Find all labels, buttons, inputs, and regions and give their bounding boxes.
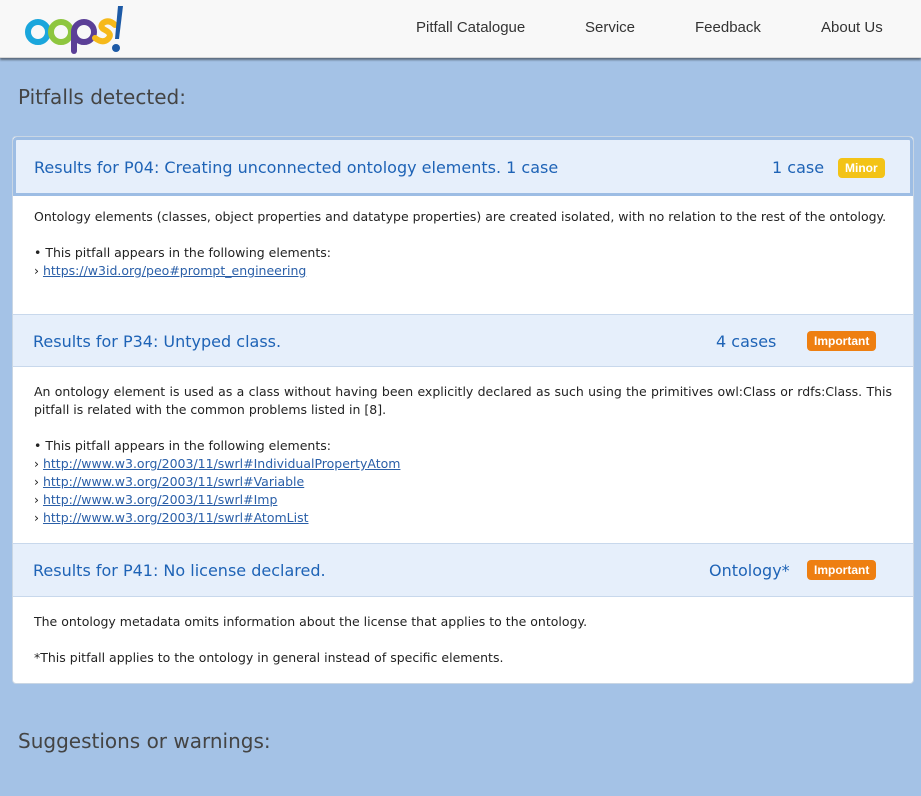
element-link[interactable]: https://w3id.org/peo#prompt_engineering: [43, 263, 306, 278]
element-item: › https://w3id.org/peo#prompt_engineerin…: [34, 263, 307, 278]
top-navbar: Pitfall Catalogue Service Feedback About…: [0, 0, 921, 58]
nav-about-us[interactable]: About Us: [821, 19, 883, 36]
element-link[interactable]: http://www.w3.org/2003/11/swrl#Variable: [43, 474, 304, 489]
severity-badge-minor: Minor: [838, 158, 885, 178]
pitfalls-heading: Pitfalls detected:: [18, 85, 186, 109]
result-title[interactable]: Results for P34: Untyped class.: [33, 332, 281, 351]
result-header-p04[interactable]: Results for P04: Creating unconnected on…: [13, 137, 913, 196]
element-link[interactable]: http://www.w3.org/2003/11/swrl#Imp: [43, 492, 277, 507]
result-header-p41[interactable]: Results for P41: No license declared. On…: [13, 543, 913, 597]
suggestions-heading: Suggestions or warnings:: [18, 729, 271, 753]
result-header-p34[interactable]: Results for P34: Untyped class. 4 cases …: [13, 314, 913, 367]
elements-intro: • This pitfall appears in the following …: [34, 245, 331, 260]
severity-badge-important: Important: [807, 331, 877, 351]
element-item: › http://www.w3.org/2003/11/swrl#Individ…: [34, 456, 401, 471]
nav-service[interactable]: Service: [585, 19, 635, 36]
element-item: › http://www.w3.org/2003/11/swrl#AtomLis…: [34, 510, 309, 525]
result-body-p34: An ontology element is used as a class w…: [34, 383, 892, 527]
result-count: Ontology*: [709, 561, 790, 580]
pitfall-description: The ontology metadata omits information …: [34, 614, 588, 629]
element-link[interactable]: http://www.w3.org/2003/11/swrl#Individua…: [43, 456, 400, 471]
severity-badge-important: Important: [807, 560, 877, 580]
pitfall-description: An ontology element is used as a class w…: [34, 384, 892, 417]
result-body-p04: Ontology elements (classes, object prope…: [34, 208, 892, 280]
result-body-p41: The ontology metadata omits information …: [34, 613, 892, 667]
nav-pitfall-catalogue[interactable]: Pitfall Catalogue: [416, 19, 525, 36]
result-count: 4 cases: [716, 332, 777, 351]
result-count: 1 case: [772, 158, 825, 177]
result-title[interactable]: Results for P04: Creating unconnected on…: [34, 158, 558, 177]
nav-feedback[interactable]: Feedback: [695, 19, 761, 36]
results-panel: Results for P04: Creating unconnected on…: [12, 136, 914, 684]
pitfall-note: *This pitfall applies to the ontology in…: [34, 650, 504, 665]
element-item: › http://www.w3.org/2003/11/swrl#Imp: [34, 492, 278, 507]
element-link[interactable]: http://www.w3.org/2003/11/swrl#AtomList: [43, 510, 309, 525]
oops-logo[interactable]: [25, 3, 125, 55]
pitfall-description: Ontology elements (classes, object prope…: [34, 209, 887, 224]
result-title[interactable]: Results for P41: No license declared.: [33, 561, 326, 580]
element-item: › http://www.w3.org/2003/11/swrl#Variabl…: [34, 474, 305, 489]
elements-intro: • This pitfall appears in the following …: [34, 438, 331, 453]
